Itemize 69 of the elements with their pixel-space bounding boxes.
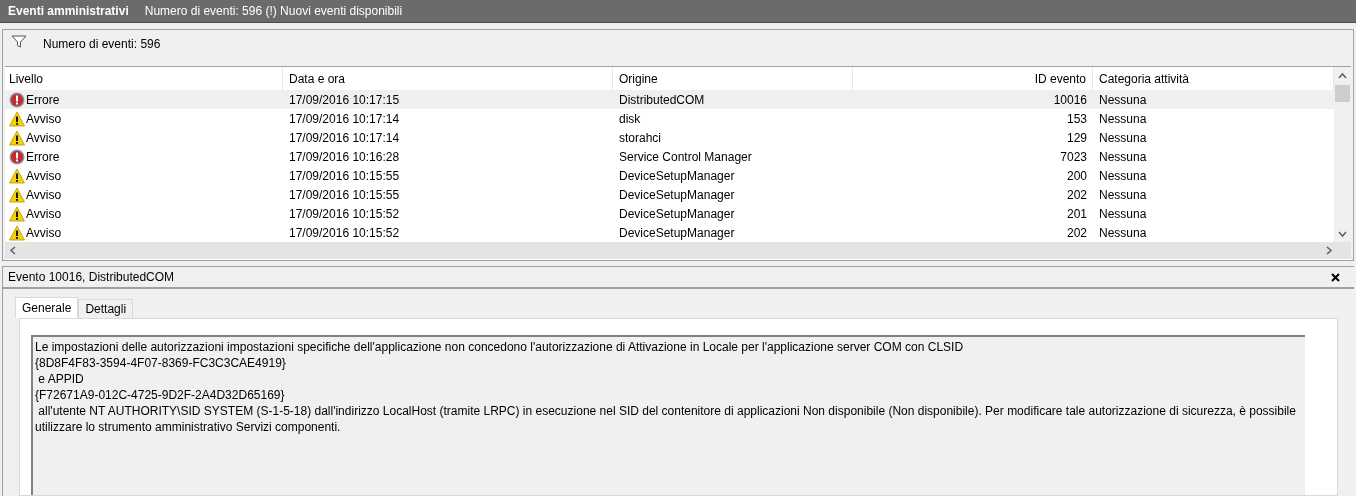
table-cell-text: 17/09/2016 10:17:14 — [289, 129, 400, 147]
table-cell-text: DeviceSetupManager — [619, 167, 735, 185]
description-text: {F72671A9-012C-4725-9D2F-2A4D32D65169} — [35, 387, 286, 403]
table-cell-text: Avviso — [26, 205, 62, 223]
table-row[interactable]: Errore 17/09/2016 10:17:15 DistributedCOM 10016 Nessuna — [5, 90, 1334, 109]
scrollbar-thumb[interactable] — [1335, 85, 1350, 102]
header-subtitle: Numero di eventi: 596 (!) Nuovi eventi disponibili — [144, 3, 403, 20]
tab[interactable]: Generale — [15, 297, 79, 318]
header-title: Eventi amministrativi — [8, 3, 129, 20]
table-cell-text: Service Control Manager — [619, 148, 752, 166]
horizontal-scrollbar[interactable] — [5, 242, 1351, 259]
scroll-up-icon[interactable] — [1338, 72, 1347, 80]
description-text: all'utente NT AUTHORITY\SID SYSTEM (S-1-5-18) dall'indirizzo LocalHost (tramite LRPC) in esecuzione nel SID del contenitore di applicazioni Non disponibile (Non disponibile). Per modificare tale autorizzazione di sicurezza, è possibile utilizzare lo strumento amministrativo Servizi componenti. — [35, 403, 1297, 435]
table-cell-text: 17/09/2016 10:16:28 — [289, 148, 400, 166]
scroll-right-icon[interactable] — [1325, 246, 1333, 255]
table-cell-text: 202 — [1066, 186, 1087, 204]
table-cell-text: 153 — [1066, 110, 1087, 128]
table-cell-text: DistributedCOM — [619, 91, 705, 109]
scroll-left-icon[interactable] — [9, 246, 17, 255]
close-icon[interactable] — [1331, 272, 1340, 282]
table-cell-text: 200 — [1066, 167, 1087, 185]
table-cell-text: Avviso — [26, 129, 62, 147]
table-cell-text: 17/09/2016 10:15:52 — [289, 205, 400, 223]
table-cell-text: 129 — [1066, 129, 1087, 147]
table-cell-text: 202 — [1066, 224, 1087, 242]
warning-icon — [9, 110, 25, 127]
detail-title: Evento 10016, DistributedCOM — [8, 269, 175, 286]
vertical-scrollbar[interactable] — [1334, 67, 1351, 242]
table-cell-text: storahci — [619, 129, 662, 147]
table-cell-text: Avviso — [26, 186, 62, 204]
table-cell-text: Errore — [26, 148, 60, 166]
table-cell-text: DeviceSetupManager — [619, 224, 735, 242]
table-cell-text: Nessuna — [1099, 224, 1147, 242]
table-cell-text: 17/09/2016 10:15:55 — [289, 167, 400, 185]
error-icon — [9, 91, 25, 108]
description-text: {8D8F4F83-3594-4F07-8369-FC3C3CAE4919} — [35, 355, 287, 371]
warning-icon — [9, 167, 25, 184]
table-cell-text: Nessuna — [1099, 91, 1147, 109]
table-cell-text: 10016 — [1053, 91, 1087, 109]
table-cell-text: 17/09/2016 10:15:52 — [289, 224, 400, 242]
warning-icon — [9, 224, 25, 241]
table-cell-text: Nessuna — [1099, 110, 1147, 128]
table-cell-text: Nessuna — [1099, 186, 1147, 204]
table-cell-text: 17/09/2016 10:17:14 — [289, 110, 400, 128]
table-cell-text: Errore — [26, 91, 60, 109]
error-icon — [9, 148, 25, 165]
warning-icon — [9, 129, 25, 146]
warning-icon — [9, 205, 25, 222]
description-text: Le impostazioni delle autorizzazioni impostazioni specifiche dell'applicazione non concedono l'autorizzazione di Attivazione in Locale per l'applicazione server COM con CLSID — [35, 339, 965, 355]
table-cell-text: Nessuna — [1099, 129, 1147, 147]
table-cell-text: 17/09/2016 10:15:55 — [289, 186, 400, 204]
filter-icon — [11, 35, 27, 48]
table-cell-text: Nessuna — [1099, 148, 1147, 166]
table-cell-text: 17/09/2016 10:17:15 — [289, 91, 400, 109]
table-cell-text: 201 — [1066, 205, 1087, 223]
table-cell-text: DeviceSetupManager — [619, 205, 735, 223]
table-cell-text: Avviso — [26, 224, 62, 242]
tab[interactable]: Dettagli — [78, 299, 134, 318]
description-text: e APPID — [37, 371, 85, 387]
warning-icon — [9, 186, 25, 203]
scroll-down-icon[interactable] — [1338, 230, 1347, 238]
table-cell-text: disk — [619, 110, 641, 128]
table-cell-text: Avviso — [26, 110, 62, 128]
table-cell-text: DeviceSetupManager — [619, 186, 735, 204]
table-cell-text: Avviso — [26, 167, 62, 185]
table-cell-text: 7023 — [1060, 148, 1087, 166]
event-count: Numero di eventi: 596 — [43, 36, 161, 53]
table-cell-text: Nessuna — [1099, 205, 1147, 223]
table-cell-text: Nessuna — [1099, 167, 1147, 185]
